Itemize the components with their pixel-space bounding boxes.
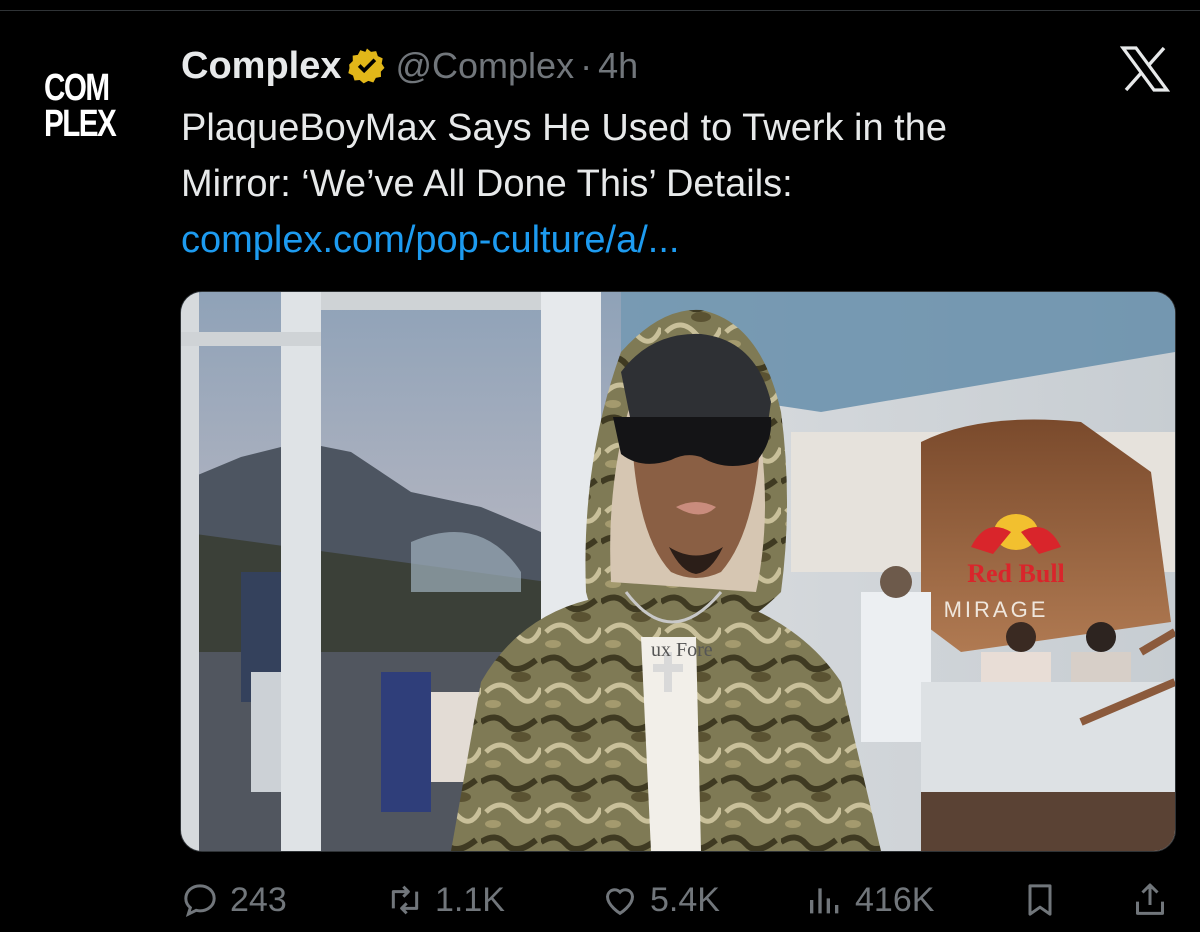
share-button[interactable]: [1130, 868, 1180, 932]
separator-dot: ·: [580, 45, 593, 86]
bookmark-button[interactable]: [1020, 868, 1070, 932]
top-divider: [0, 10, 1200, 11]
like-icon: [605, 888, 635, 916]
tweet-text: PlaqueBoyMax Says He Used to Twerk in th…: [181, 100, 1121, 268]
avatar[interactable]: COM PLEX: [44, 67, 144, 154]
tweet-header: Complex @Complex · 4h: [181, 44, 638, 88]
repost-count: 1.1K: [435, 880, 505, 919]
tweet-text-line1: PlaqueBoyMax Says He Used to Twerk in th…: [181, 107, 948, 149]
x-logo-icon: [1120, 46, 1170, 92]
sign-venue-text: MIRAGE: [944, 597, 1049, 622]
author-handle[interactable]: @Complex: [395, 45, 574, 87]
avatar-text-line2: PLEX: [44, 103, 117, 145]
background-person: [861, 592, 931, 742]
reply-button[interactable]: 243: [180, 868, 287, 932]
author-name[interactable]: Complex: [181, 45, 341, 88]
photo: Red Bull MIRAGE ux Fore: [181, 292, 1175, 851]
article-link[interactable]: complex.com/pop-culture/a/...: [181, 212, 1121, 268]
views-button[interactable]: 416K: [805, 868, 934, 932]
tweet-text-line2: Mirror: ‘We’ve All Done This’ Details:: [181, 163, 793, 205]
views-count: 416K: [855, 880, 935, 919]
bookmark-icon: [1028, 884, 1052, 916]
share-icon: [1136, 883, 1164, 915]
like-button[interactable]: 5.4K: [600, 868, 720, 932]
sign-brand-text: Red Bull: [967, 559, 1065, 588]
reply-icon: [184, 884, 216, 918]
like-count: 5.4K: [650, 880, 720, 919]
reply-count: 243: [230, 880, 287, 919]
repost-button[interactable]: 1.1K: [385, 868, 505, 932]
action-bar: 243 1.1K 5.4K 416K: [180, 868, 1174, 932]
repost-icon: [391, 885, 419, 915]
shirt-text: ux Fore: [651, 639, 713, 661]
tweet-media-image[interactable]: Red Bull MIRAGE ux Fore: [180, 291, 1176, 852]
tweet-time[interactable]: 4h: [598, 45, 638, 87]
avatar-text-line1: COM: [44, 67, 110, 109]
verified-icon[interactable]: [347, 46, 387, 86]
views-icon: [810, 888, 839, 914]
